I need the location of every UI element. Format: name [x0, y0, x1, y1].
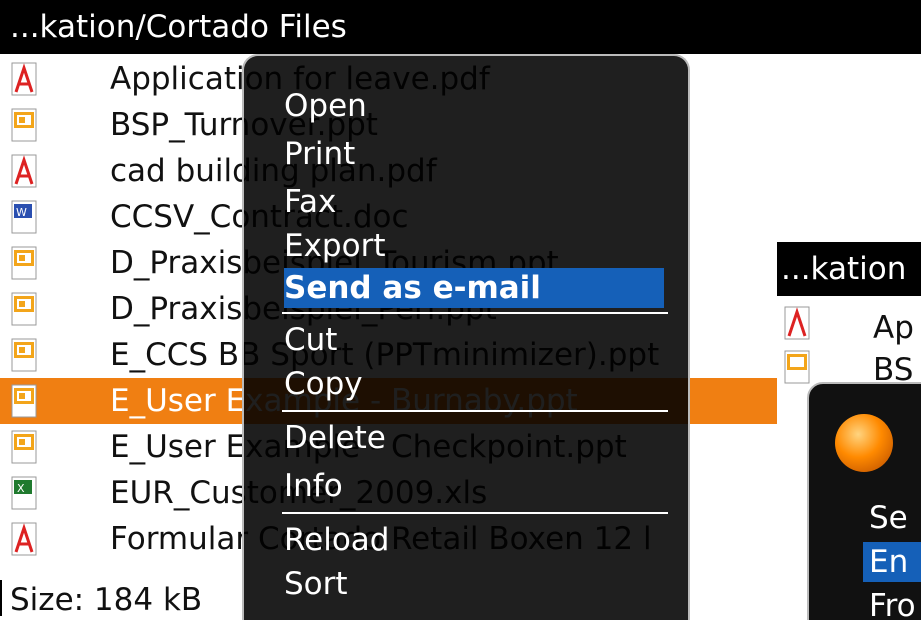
menu-item-copy[interactable]: Copy — [284, 364, 664, 404]
pdf-file-icon — [11, 154, 37, 188]
menu-separator — [282, 312, 668, 314]
window-title: ...kation/Cortado Files — [0, 0, 921, 54]
ppt-file-icon — [11, 292, 37, 326]
menu-item-reload[interactable]: Reload — [284, 520, 664, 560]
secondary-popup-item[interactable]: Fro — [869, 586, 916, 620]
menu-item-fax[interactable]: Fax — [284, 182, 664, 222]
menu-item-export[interactable]: Export — [284, 226, 664, 266]
svg-text:X: X — [17, 482, 25, 495]
status-size: Size: 184 kB — [10, 582, 203, 618]
pdf-file-icon — [11, 62, 37, 96]
secondary-row: Ap — [873, 310, 914, 346]
pdf-file-icon — [11, 522, 37, 556]
menu-item-cut[interactable]: Cut — [284, 320, 664, 360]
word-file-icon: W — [11, 200, 37, 234]
cortado-logo-icon — [835, 414, 893, 472]
ppt-file-icon — [11, 246, 37, 280]
secondary-popup-item[interactable]: Se — [869, 498, 908, 538]
secondary-screen: ...kation Ap BS Se En Fro — [777, 242, 921, 620]
menu-item-send-as-e-mail[interactable]: Send as e-mail — [284, 268, 664, 308]
menu-item-sort[interactable]: Sort — [284, 564, 664, 604]
menu-item-open[interactable]: Open — [284, 86, 664, 126]
context-menu: Open Print Fax Export Send as e-mail Cut Copy D… — [242, 54, 690, 620]
ppt-file-icon — [784, 350, 810, 384]
ppt-file-icon — [11, 430, 37, 464]
left-edge-cursor — [0, 580, 2, 616]
menu-separator — [282, 410, 668, 412]
excel-file-icon: X — [11, 476, 37, 510]
menu-item-delete[interactable]: Delete — [284, 418, 664, 458]
ppt-file-icon — [11, 108, 37, 142]
ppt-file-icon — [11, 338, 37, 372]
pdf-file-icon — [784, 306, 810, 340]
svg-text:W: W — [16, 206, 27, 219]
secondary-title: ...kation — [777, 242, 921, 296]
secondary-popup-item[interactable]: En — [863, 542, 921, 582]
menu-item-print[interactable]: Print — [284, 134, 664, 174]
menu-separator — [282, 512, 668, 514]
ppt-file-icon — [11, 384, 37, 418]
menu-item-info[interactable]: Info — [284, 466, 664, 506]
secondary-popup: Se En Fro — [807, 382, 921, 620]
